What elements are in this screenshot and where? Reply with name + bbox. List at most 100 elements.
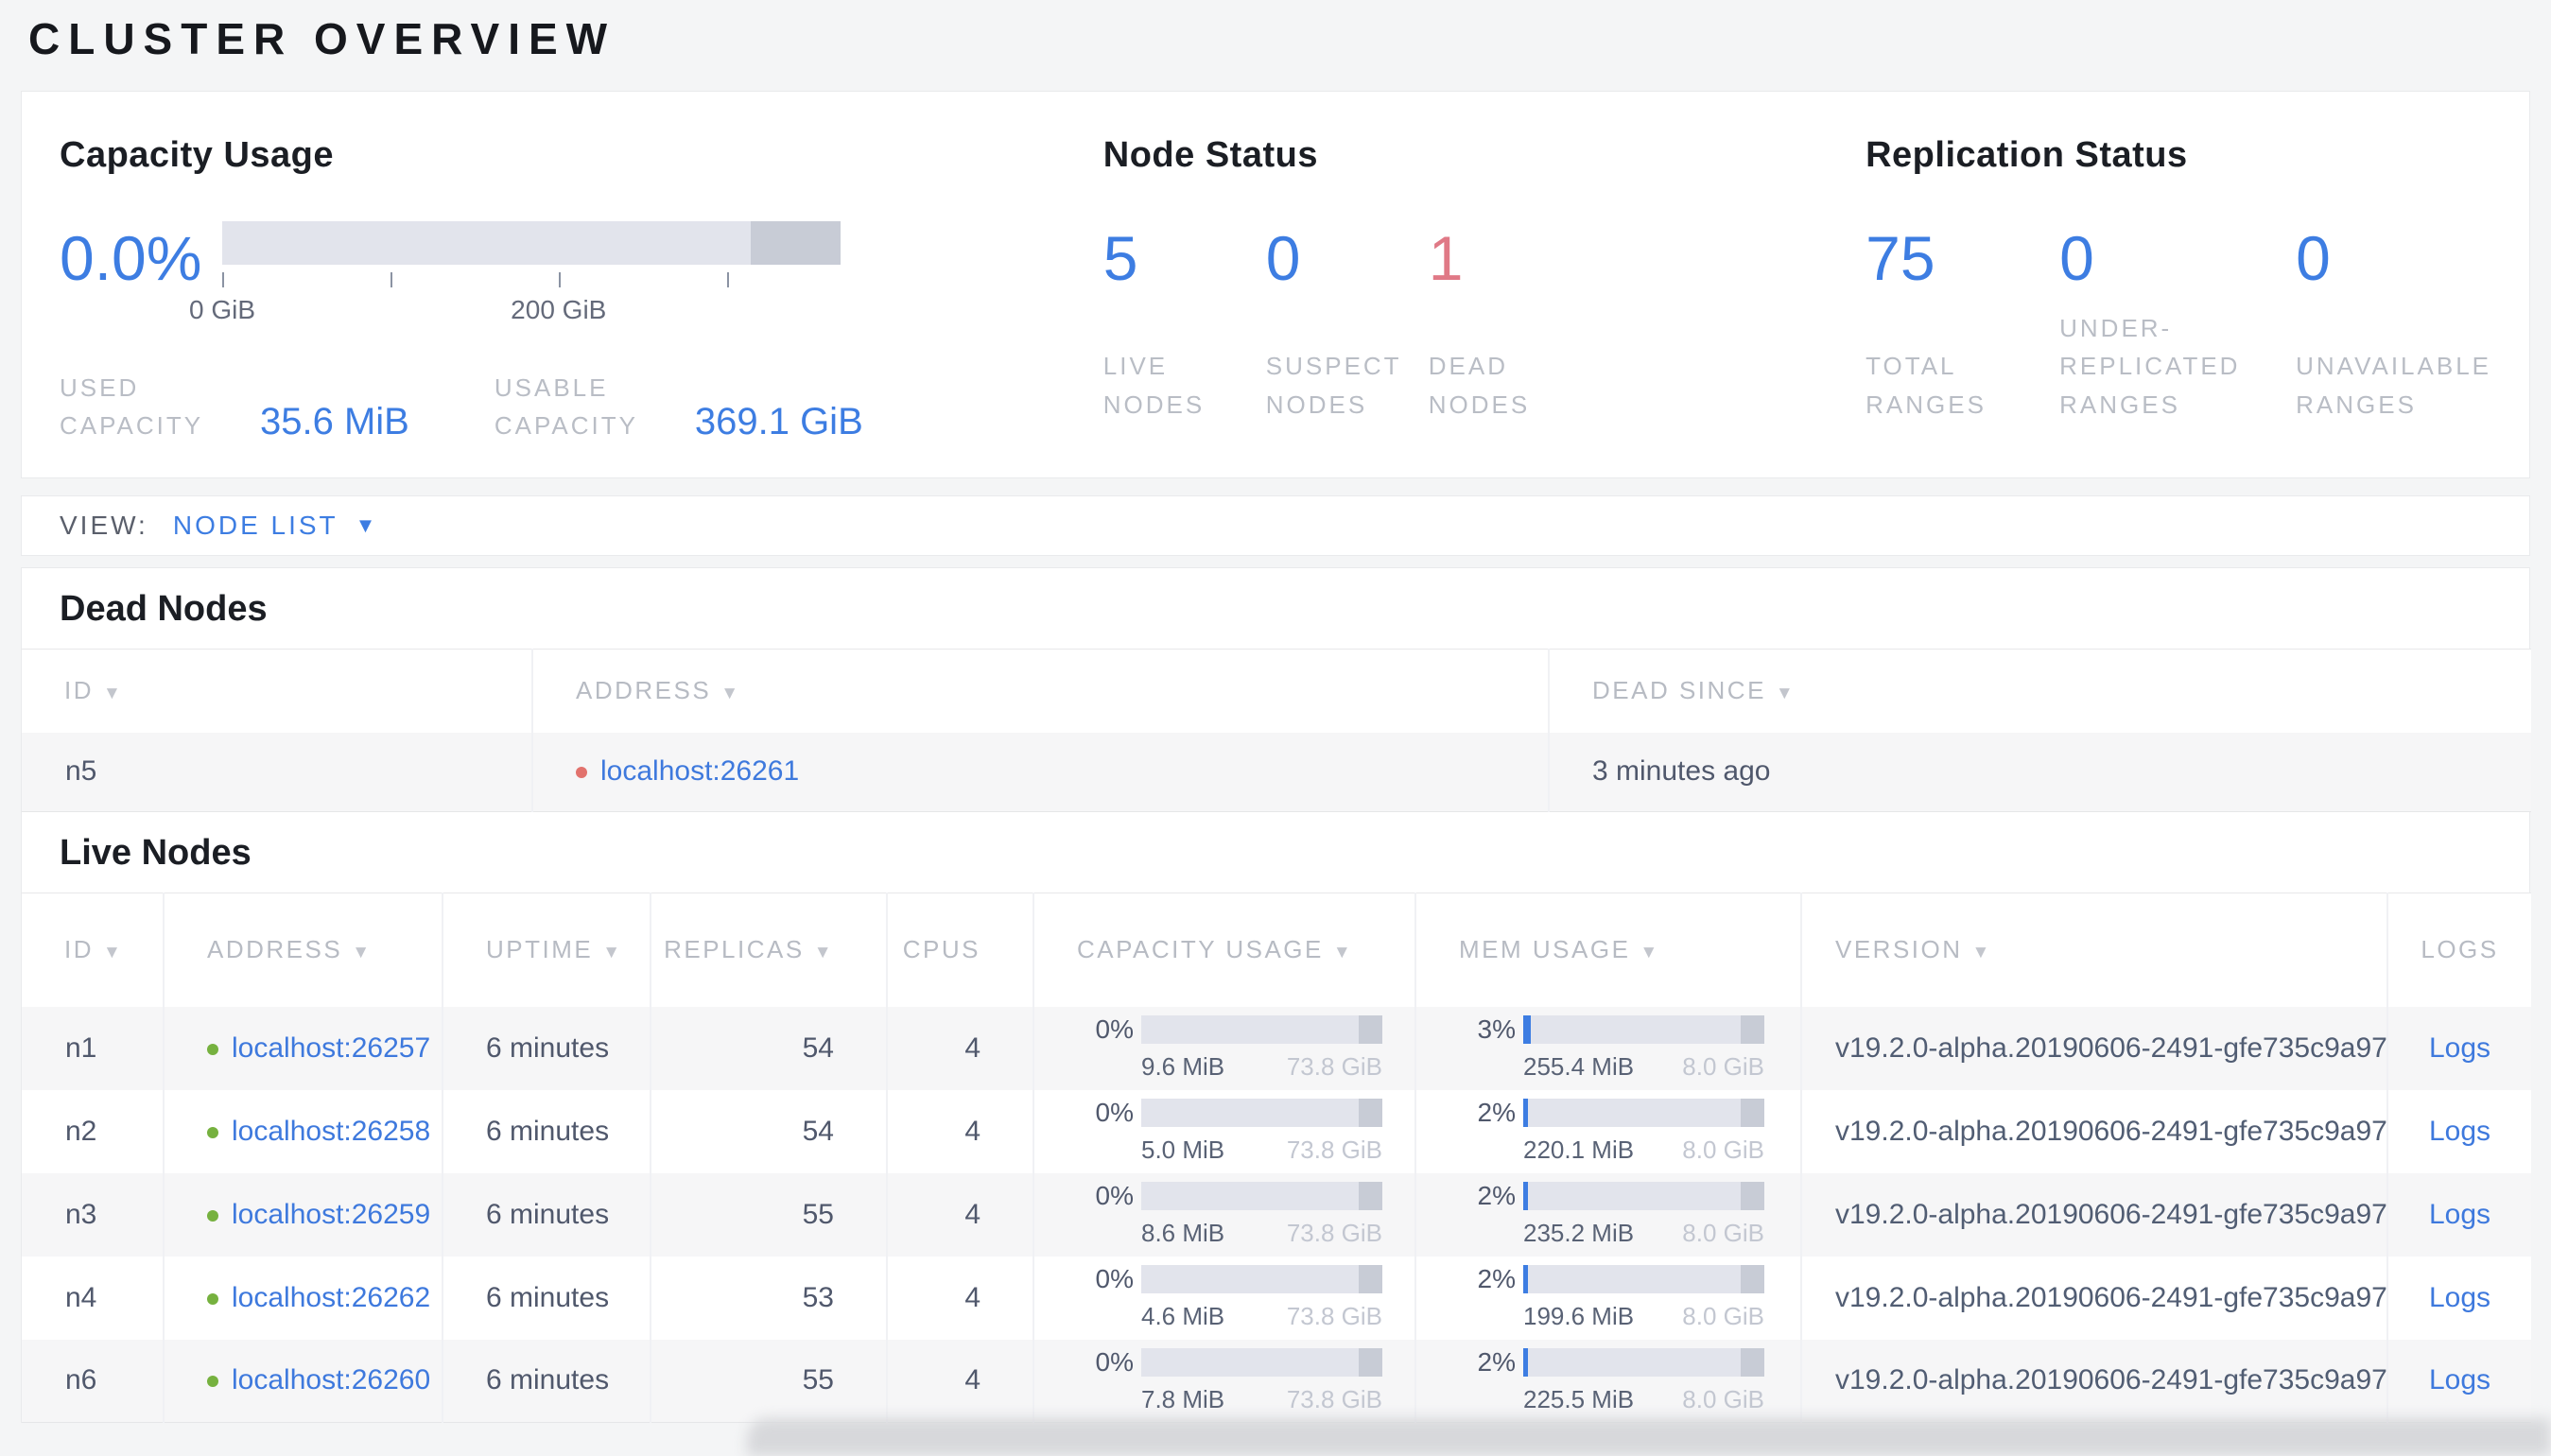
capacity-minibar xyxy=(1141,1265,1382,1293)
live-col-replicas[interactable]: REPLICAS ▼ xyxy=(651,893,888,1007)
axis-tick xyxy=(558,272,561,287)
capacity-used-value: 7.8 MiB xyxy=(1141,1384,1225,1413)
node-capacity-usage-cell: 0% 4.6 MiB 73.8 GiB xyxy=(1033,1256,1416,1340)
cluster-summary-card: Capacity Usage 0.0% 0 GiB 200 GiB USED C… xyxy=(21,91,2530,478)
live-nodes-heading: Live Nodes xyxy=(60,833,252,873)
node-logs-link[interactable]: Logs xyxy=(2429,1282,2490,1313)
capacity-total-value: 73.8 GiB xyxy=(1286,1052,1382,1081)
mem-minibar-reserved xyxy=(1740,1347,1764,1377)
sort-desc-icon[interactable]: ▼ xyxy=(1776,684,1796,703)
live-status-dot-icon xyxy=(207,1126,218,1138)
node-logs-cell: Logs xyxy=(2387,1173,2531,1257)
suspect-nodes-label: SUSPECT NODES xyxy=(1265,352,1402,419)
sort-desc-icon[interactable]: ▼ xyxy=(1972,943,1992,962)
node-address-cell: localhost:26261 xyxy=(532,732,1550,812)
mem-percent: 2% xyxy=(1477,1264,1516,1293)
node-capacity-usage-cell: 0% 9.6 MiB 73.8 GiB xyxy=(1033,1006,1416,1090)
sort-desc-icon[interactable]: ▼ xyxy=(1640,943,1659,962)
node-logs-cell: Logs xyxy=(2387,1257,2531,1340)
capacity-total-value: 73.8 GiB xyxy=(1286,1302,1382,1330)
node-address-link[interactable]: localhost:26260 xyxy=(232,1364,430,1395)
capacity-usage-panel: Capacity Usage 0.0% 0 GiB 200 GiB USED C… xyxy=(60,135,1103,443)
node-address-link[interactable]: localhost:26258 xyxy=(232,1116,430,1147)
view-dropdown[interactable]: NODE LIST ▼ xyxy=(173,511,376,541)
node-uptime: 6 minutes xyxy=(443,1339,651,1423)
node-cpus: 4 xyxy=(887,1256,1034,1340)
sort-desc-icon[interactable]: ▼ xyxy=(103,684,123,703)
live-node-row: n6 localhost:26260 6 minutes 55 4 0% 7.8… xyxy=(22,1339,2531,1423)
nodes-tables-card: Dead Nodes ID ▼ ADDRESS ▼ DEAD SINCE ▼ n5 l… xyxy=(21,567,2531,1423)
capacity-gauge: 0 GiB 200 GiB xyxy=(189,221,841,327)
capacity-used-value: 8.6 MiB xyxy=(1141,1219,1225,1247)
capacity-minibar xyxy=(1141,1099,1382,1127)
node-address-link[interactable]: localhost:26259 xyxy=(232,1199,430,1230)
mem-total-value: 8.0 GiB xyxy=(1682,1384,1764,1413)
mem-percent: 3% xyxy=(1477,1014,1516,1044)
node-logs-link[interactable]: Logs xyxy=(2429,1364,2490,1395)
capacity-minibar-reserved xyxy=(1358,1099,1382,1127)
node-address-link[interactable]: localhost:26257 xyxy=(232,1032,430,1064)
capacity-total-value: 73.8 GiB xyxy=(1286,1219,1382,1247)
mem-minibar-reserved xyxy=(1740,1015,1764,1044)
live-col-mem-usage[interactable]: MEM USAGE ▼ xyxy=(1415,893,1802,1007)
under-replicated-ranges-count: 0 xyxy=(2059,223,2094,293)
live-col-cpus[interactable]: CPUS xyxy=(887,893,1034,1007)
dead-col-dead-since[interactable]: DEAD SINCE ▼ xyxy=(1549,649,2531,733)
node-address-cell: localhost:26262 xyxy=(164,1256,443,1340)
sort-desc-icon[interactable]: ▼ xyxy=(814,943,834,962)
capacity-minibar-reserved xyxy=(1358,1347,1382,1377)
capacity-percent: 0% xyxy=(1095,1346,1134,1377)
chevron-down-icon[interactable]: ▼ xyxy=(356,513,376,538)
live-col-capacity-usage[interactable]: CAPACITY USAGE ▼ xyxy=(1033,893,1416,1007)
mem-minibar-reserved xyxy=(1740,1265,1764,1293)
node-status-title: Node Status xyxy=(1102,135,1318,175)
under-replicated-ranges-label: UNDER- REPLICATED RANGES xyxy=(2059,314,2241,419)
axis-tick-label: 0 GiB xyxy=(188,295,256,324)
node-logs-link[interactable]: Logs xyxy=(2429,1116,2490,1147)
live-status-dot-icon xyxy=(207,1376,218,1388)
node-id: n1 xyxy=(22,1006,165,1090)
node-cpus: 4 xyxy=(887,1339,1034,1423)
dead-since-value: 3 minutes ago xyxy=(1592,755,1771,788)
capacity-axis: 0 GiB 200 GiB xyxy=(189,265,841,327)
capacity-percent: 0% xyxy=(1095,1181,1134,1210)
replication-status-title: Replication Status xyxy=(1866,135,2188,175)
mem-minibar-fill xyxy=(1523,1099,1529,1127)
node-mem-usage-cell: 2% 225.5 MiB 8.0 GiB xyxy=(1415,1339,1802,1423)
node-address-cell: localhost:26260 xyxy=(164,1339,443,1423)
node-logs-link[interactable]: Logs xyxy=(2429,1032,2490,1064)
sort-desc-icon[interactable]: ▼ xyxy=(352,943,372,962)
sort-desc-icon[interactable]: ▼ xyxy=(720,684,740,703)
page-title: CLUSTER OVERVIEW xyxy=(28,14,616,63)
live-col-version[interactable]: VERSION ▼ xyxy=(1801,893,2388,1007)
mem-minibar-reserved xyxy=(1740,1182,1764,1210)
node-logs-cell: Logs xyxy=(2387,1090,2531,1173)
capacity-minibar-reserved xyxy=(1358,1265,1382,1293)
node-replicas: 53 xyxy=(651,1256,888,1340)
dead-col-address[interactable]: ADDRESS ▼ xyxy=(532,649,1550,733)
mem-minibar xyxy=(1523,1182,1764,1210)
node-logs-link[interactable]: Logs xyxy=(2429,1199,2490,1230)
node-address-link[interactable]: localhost:26262 xyxy=(232,1282,430,1313)
sort-desc-icon[interactable]: ▼ xyxy=(1333,943,1353,962)
sort-desc-icon[interactable]: ▼ xyxy=(602,943,622,962)
node-status-panel: Node Status 5 LIVE NODES 0 SUSPECT NODES… xyxy=(1103,135,1866,443)
view-dropdown-selected[interactable]: NODE LIST xyxy=(173,511,338,541)
dead-status-dot-icon xyxy=(576,767,587,779)
node-mem-usage-cell: 2% 199.6 MiB 8.0 GiB xyxy=(1415,1256,1802,1340)
live-col-address[interactable]: ADDRESS ▼ xyxy=(164,893,443,1007)
node-uptime: 6 minutes xyxy=(443,1089,651,1173)
node-logs-cell: Logs xyxy=(2387,1340,2531,1423)
live-node-row: n3 localhost:26259 6 minutes 55 4 0% 8.6… xyxy=(22,1172,2531,1257)
dead-nodes-heading: Dead Nodes xyxy=(60,589,268,629)
node-address-link[interactable]: localhost:26261 xyxy=(600,755,799,787)
node-capacity-usage-cell: 0% 8.6 MiB 73.8 GiB xyxy=(1033,1172,1416,1257)
live-col-id[interactable]: ID ▼ xyxy=(22,893,165,1007)
dead-col-id[interactable]: ID ▼ xyxy=(22,649,533,733)
live-node-row: n4 localhost:26262 6 minutes 53 4 0% 4.6… xyxy=(22,1256,2531,1340)
live-col-uptime[interactable]: UPTIME ▼ xyxy=(443,893,651,1007)
unavailable-ranges-stat: 0 UNAVAILABLE RANGES xyxy=(2296,221,2491,424)
sort-desc-icon[interactable]: ▼ xyxy=(103,943,123,962)
used-capacity-metric: USED CAPACITY 35.6 MiB xyxy=(60,369,409,445)
node-id: n3 xyxy=(22,1172,165,1257)
